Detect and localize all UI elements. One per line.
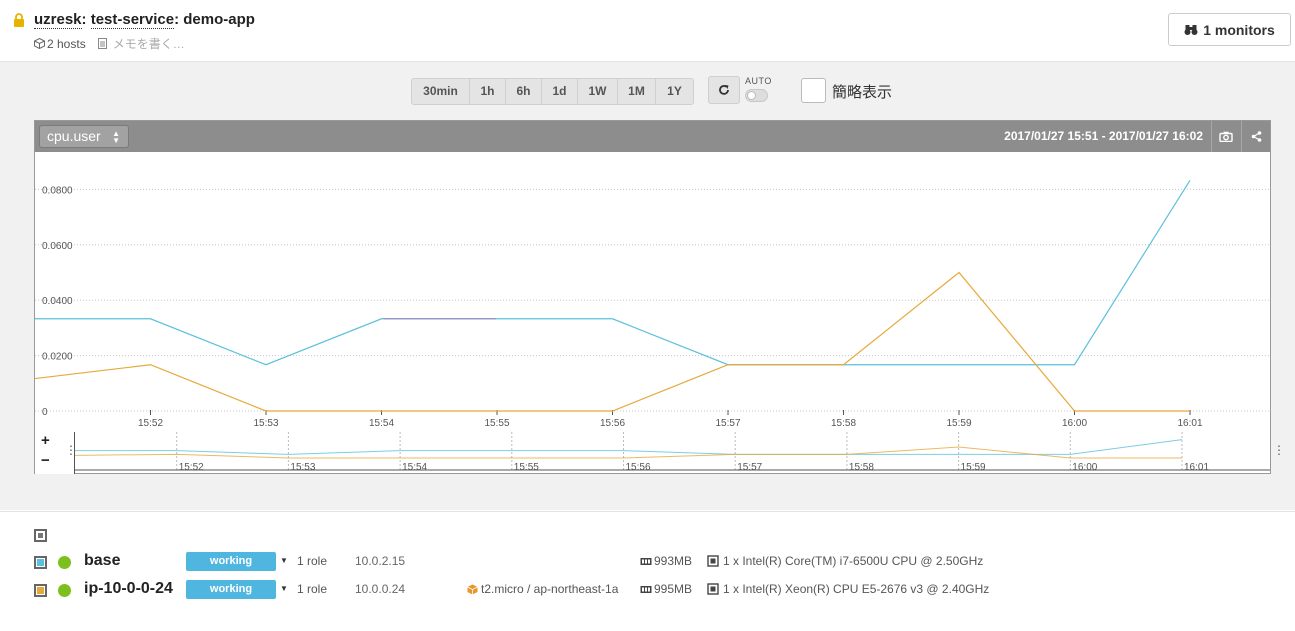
host-memory: 993MB: [654, 554, 693, 568]
host-color-checkbox[interactable]: [34, 556, 47, 569]
host-list: base working ▼ 1 role 10.0.2.15 993MB 1 …: [0, 511, 1295, 631]
memory-icon: [640, 558, 652, 565]
select-all-checkbox[interactable]: [34, 529, 47, 542]
role-name: demo-app: [183, 11, 255, 28]
y-tick-label: 0.0200: [42, 352, 73, 363]
memory-icon: [640, 586, 652, 593]
monitors-button[interactable]: 1 monitors: [1168, 13, 1291, 46]
snapshot-button[interactable]: [1211, 121, 1240, 152]
status-dropdown-icon[interactable]: ▼: [280, 556, 288, 565]
document-icon: [97, 38, 107, 49]
nav-tick-label: 16:00: [1072, 462, 1097, 473]
zoom-out-button[interactable]: −: [41, 452, 50, 469]
range-1w-button[interactable]: 1W: [578, 79, 618, 104]
range-selector: 30min 1h 6h 1d 1W 1M 1Y: [411, 78, 694, 105]
host-roles[interactable]: 1 role: [297, 554, 327, 568]
host-name-link[interactable]: ip-10-0-0-24: [84, 580, 173, 598]
cpu-icon: [707, 583, 719, 595]
host-ip: 10.0.0.24: [355, 582, 406, 596]
x-tick-label: 16:01: [1177, 418, 1202, 429]
cube-icon: [34, 38, 45, 49]
x-tick-label: 15:59: [946, 418, 971, 429]
range-6h-button[interactable]: 6h: [506, 79, 542, 104]
sort-icon: ▲ ▼: [112, 129, 120, 145]
page-title: uzresk: test-service: demo-app: [34, 11, 255, 29]
host-color-checkbox[interactable]: [34, 584, 47, 597]
cpu-chart[interactable]: 0 0.0200 0.0400 0.0600 0.0800 15:52 15:53 15:54…: [35, 152, 1270, 432]
zoom-controls: + − ⋮: [35, 432, 77, 474]
y-tick-label: 0.0400: [42, 296, 73, 307]
auto-toggle-knob: [747, 91, 756, 100]
lock-icon: [14, 13, 24, 27]
range-1h-button[interactable]: 1h: [470, 79, 506, 104]
metric-label: cpu.user: [47, 128, 101, 144]
nav-tick-label: 15:55: [514, 462, 539, 473]
x-tick-label: 15:56: [600, 418, 625, 429]
org-link[interactable]: uzresk: [34, 11, 82, 29]
range-1m-button[interactable]: 1M: [618, 79, 656, 104]
refresh-icon: [719, 85, 729, 95]
nav-tick-label: 16:01: [1184, 462, 1209, 473]
host-status-dot: [58, 584, 71, 597]
y-tick-label: 0.0800: [42, 185, 73, 196]
navigator-chart[interactable]: 15:52 15:53 15:54 15:55 15:56 15:57 15:58 15:59…: [75, 432, 1270, 474]
service-link[interactable]: test-service: [90, 11, 175, 29]
x-tick-label: 15:53: [253, 418, 278, 429]
nav-tick-label: 15:58: [849, 462, 874, 473]
nav-tick-label: 15:57: [737, 462, 762, 473]
nav-series-line-0: [75, 439, 1183, 455]
nav-tick-label: 15:56: [626, 462, 651, 473]
host-status-badge[interactable]: working: [186, 580, 276, 599]
y-tick-label: 0.0600: [42, 241, 73, 252]
refresh-button[interactable]: [708, 76, 740, 104]
x-tick-label: 15:58: [831, 418, 856, 429]
auto-label: AUTO: [745, 76, 772, 86]
range-1d-button[interactable]: 1d: [542, 79, 578, 104]
x-tick-label: 16:00: [1062, 418, 1087, 429]
nav-tick-label: 15:59: [961, 462, 986, 473]
host-roles[interactable]: 1 role: [297, 582, 327, 596]
status-dropdown-icon[interactable]: ▼: [280, 584, 288, 593]
compact-checkbox[interactable]: [801, 78, 826, 103]
time-range-label: 2017/01/27 15:51 - 2017/01/27 16:02: [1004, 129, 1203, 143]
host-status-dot: [58, 556, 71, 569]
host-status-badge[interactable]: working: [186, 552, 276, 571]
subheader: 2 hosts メモを書く…: [34, 35, 185, 52]
host-name-link[interactable]: base: [84, 552, 120, 570]
nav-tick-label: 15:52: [179, 462, 204, 473]
memo-placeholder: メモを書く…: [112, 37, 185, 51]
x-tick-label: 15:54: [369, 418, 394, 429]
range-30min-button[interactable]: 30min: [412, 79, 470, 104]
range-handle-right[interactable]: ⋮: [1273, 443, 1285, 457]
memo-link[interactable]: メモを書く…: [97, 35, 185, 52]
x-tick-label: 15:52: [138, 418, 163, 429]
host-ip: 10.0.2.15: [355, 554, 406, 568]
compact-label[interactable]: 簡略表示: [832, 81, 892, 102]
camera-icon: [1219, 131, 1233, 142]
host-cpu: 1 x Intel(R) Core(TM) i7-6500U CPU @ 2.5…: [723, 554, 984, 568]
x-tick-label: 15:55: [484, 418, 509, 429]
instance-cube-icon: [467, 584, 478, 595]
share-icon: [1251, 131, 1261, 142]
metric-select[interactable]: cpu.user ▲ ▼: [39, 125, 129, 148]
x-tick-label: 15:57: [715, 418, 740, 429]
monitors-label: 1 monitors: [1203, 21, 1275, 38]
auto-toggle[interactable]: [745, 89, 768, 102]
range-1y-button[interactable]: 1Y: [656, 79, 693, 104]
graph-panel: cpu.user ▲ ▼ 2017/01/27 15:51 - 2017/01/2…: [34, 120, 1285, 474]
nav-tick-label: 15:54: [402, 462, 427, 473]
share-button[interactable]: [1241, 121, 1270, 152]
host-instance: t2.micro / ap-northeast-1a: [481, 582, 619, 596]
zoom-in-button[interactable]: +: [41, 432, 50, 449]
page-header: uzresk: test-service: demo-app 2 hosts メ…: [0, 0, 1295, 62]
nav-tick-label: 15:53: [290, 462, 315, 473]
host-cpu: 1 x Intel(R) Xeon(R) CPU E5-2676 v3 @ 2.…: [723, 582, 990, 596]
y-tick-label: 0: [42, 407, 48, 418]
host-memory: 995MB: [654, 582, 693, 596]
cpu-icon: [707, 555, 719, 567]
hosts-count[interactable]: 2 hosts: [47, 37, 86, 51]
graph-toolbar: cpu.user ▲ ▼ 2017/01/27 15:51 - 2017/01/2…: [35, 121, 1270, 152]
binoculars-icon: [1184, 24, 1198, 35]
series-line-0: [35, 179, 1191, 366]
